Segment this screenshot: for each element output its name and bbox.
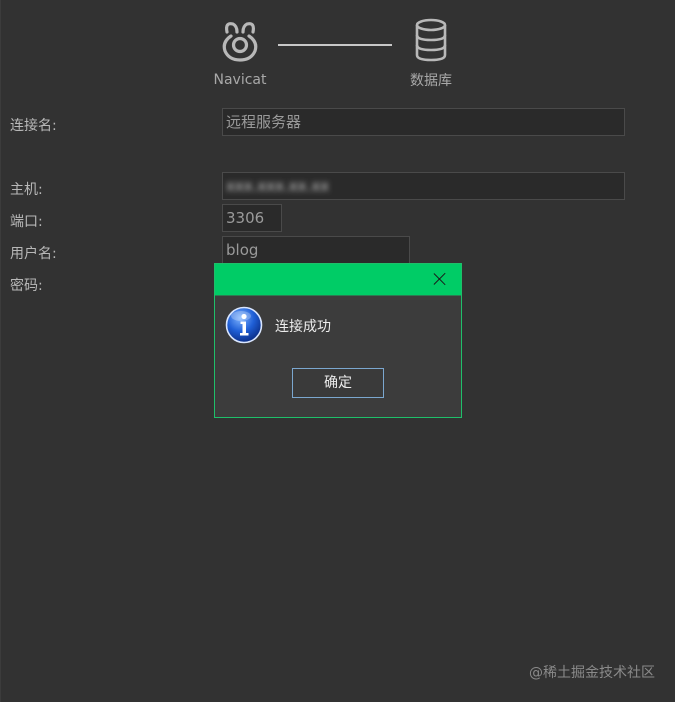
info-icon xyxy=(225,306,263,344)
host-input[interactable]: xxx.xxx.xx.xx xyxy=(222,172,625,200)
connection-name-input[interactable]: 远程服务器 xyxy=(222,108,625,136)
database-target: 数据库 xyxy=(396,18,466,90)
port-label: 端口: xyxy=(10,214,43,230)
ok-button[interactable]: 确定 xyxy=(292,368,384,398)
database-icon xyxy=(415,18,447,62)
dialog-divider xyxy=(215,295,461,296)
watermark: @稀土掘金技术社区 xyxy=(529,665,655,681)
window-left-edge xyxy=(0,0,1,702)
host-value-redacted: xxx.xxx.xx.xx xyxy=(226,177,330,195)
navicat-label: Navicat xyxy=(213,72,267,88)
password-label: 密码: xyxy=(10,278,43,294)
dialog-titlebar xyxy=(215,264,461,295)
navicat-logo-icon xyxy=(222,22,258,62)
username-label: 用户名: xyxy=(10,246,57,262)
navicat-source: Navicat xyxy=(205,18,275,88)
database-label: 数据库 xyxy=(410,73,452,89)
port-input[interactable]: 3306 xyxy=(222,204,282,232)
close-icon[interactable] xyxy=(433,272,447,286)
connection-name-label: 连接名: xyxy=(10,118,57,134)
dialog-message: 连接成功 xyxy=(275,319,331,335)
username-input[interactable]: blog xyxy=(222,236,410,264)
host-label: 主机: xyxy=(10,182,43,198)
connection-line xyxy=(278,44,392,46)
connection-success-dialog: 连接成功 确定 xyxy=(214,263,462,418)
